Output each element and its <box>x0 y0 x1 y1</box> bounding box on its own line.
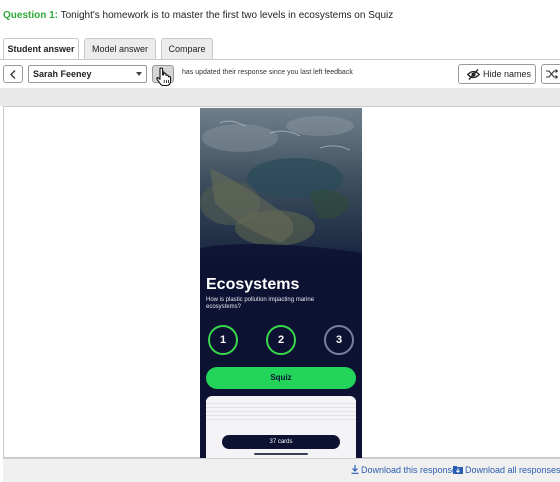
question-label: Question 1: <box>3 10 59 21</box>
download-all-link[interactable]: Download all responses <box>453 465 560 475</box>
previous-student-button[interactable] <box>3 65 23 83</box>
student-response-screenshot: Ecosystems How is plastic pollution impa… <box>200 108 362 458</box>
student-name: Sarah Feeney <box>33 69 92 79</box>
hide-names-button[interactable]: Hide names <box>458 64 536 84</box>
squiz-play-button: Squiz <box>206 367 356 389</box>
tab-model-answer[interactable]: Model answer <box>84 38 156 59</box>
level-2-badge: 2 <box>266 325 296 355</box>
download-footer: Download this response Download all resp… <box>3 458 560 482</box>
level-3-badge: 3 <box>324 325 354 355</box>
cards-count: 37 cards <box>222 435 340 449</box>
download-icon <box>351 465 359 474</box>
eye-slash-icon <box>467 69 480 80</box>
level-1-badge: 1 <box>208 325 238 355</box>
question-line: Question 1: Tonight's homework is to mas… <box>3 10 393 21</box>
ocean-pollution-photo <box>200 108 362 278</box>
update-status-text: has updated their response since you las… <box>182 69 353 76</box>
topic-subtitle: How is plastic pollution impacting marin… <box>206 297 315 310</box>
phone-home-indicator <box>254 453 308 455</box>
shuffle-icon <box>546 69 558 79</box>
card-stack <box>206 400 356 422</box>
download-response-label: Download this response <box>361 465 458 475</box>
download-all-label: Download all responses <box>465 465 560 475</box>
tab-student-answer[interactable]: Student answer <box>3 38 79 60</box>
topic-title: Ecosystems <box>206 276 300 293</box>
tab-compare[interactable]: Compare <box>161 38 213 59</box>
chevron-left-icon <box>10 70 16 79</box>
shuffle-button[interactable] <box>541 64 560 84</box>
folder-download-icon <box>453 466 463 474</box>
hide-names-label: Hide names <box>483 69 532 79</box>
flashcard-panel: 37 cards <box>206 396 356 458</box>
question-text: Tonight's homework is to master the firs… <box>60 10 394 21</box>
viewer-header-bar <box>0 88 560 106</box>
pointer-hand-icon <box>156 67 172 87</box>
caret-down-icon <box>136 72 142 76</box>
student-select[interactable]: Sarah Feeney <box>28 65 147 83</box>
student-toolbar: Sarah Feeney has updated their response … <box>0 60 560 88</box>
download-response-link[interactable]: Download this response <box>351 465 457 475</box>
